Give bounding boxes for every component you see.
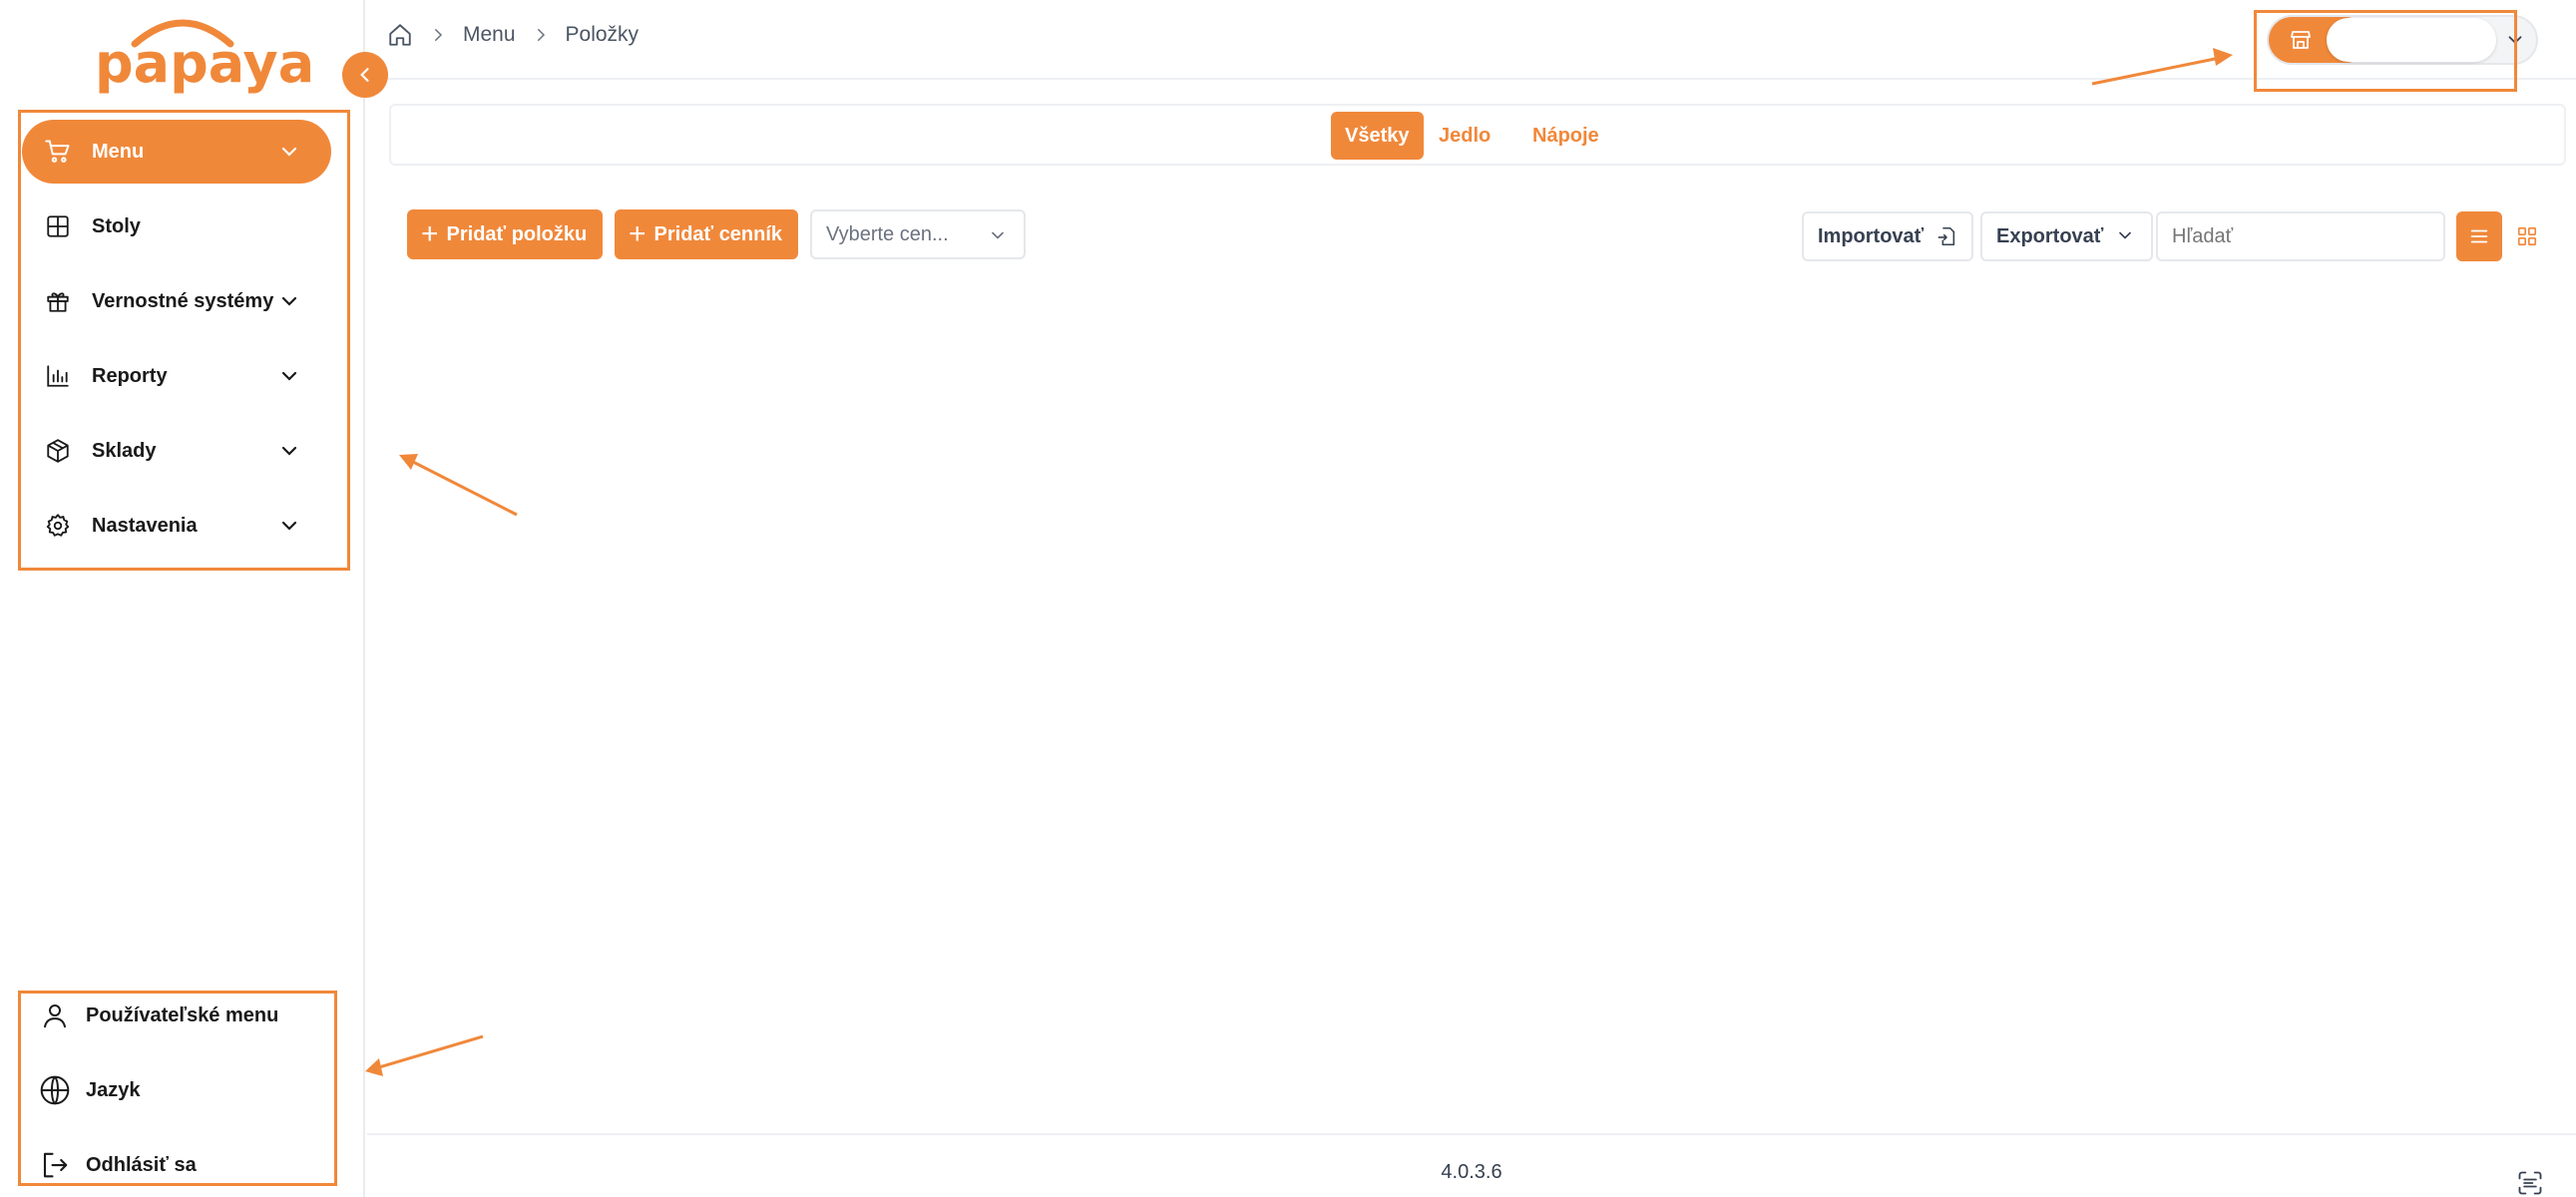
home-icon[interactable]	[387, 22, 413, 48]
logout-item[interactable]: Odhlásiť sa	[22, 1135, 321, 1195]
scan-text-icon[interactable]	[2516, 1169, 2544, 1197]
logout-icon	[38, 1148, 72, 1182]
chevron-down-icon[interactable]	[277, 439, 301, 463]
plus-icon: +	[421, 217, 439, 250]
language-label: Jazyk	[86, 1078, 141, 1101]
plus-icon: +	[629, 217, 646, 250]
sidebar-item-sklady[interactable]: Sklady	[22, 419, 331, 483]
store-selector-highlight-box	[2254, 10, 2517, 92]
grid-icon	[2517, 226, 2537, 246]
list-view-button[interactable]	[2456, 211, 2502, 261]
footer: 4.0.3.6	[367, 1133, 2576, 1197]
user-menu-item[interactable]: Používateľské menu	[22, 986, 321, 1045]
sidebar-item-label: Nastavenia	[92, 514, 198, 537]
breadcrumb-menu[interactable]: Menu	[463, 23, 516, 47]
annotation-arrows	[365, 48, 2233, 1076]
arrow-to-bottom-menu	[378, 1034, 484, 1069]
tab-vsetky[interactable]: Všetky	[1331, 112, 1424, 160]
add-item-label: Pridať položku	[446, 222, 588, 245]
user-icon	[38, 998, 72, 1032]
collapse-sidebar-button[interactable]	[342, 52, 388, 98]
chevron-right-icon	[532, 26, 550, 44]
logout-label: Odhlásiť sa	[86, 1153, 197, 1176]
table-grid-icon	[44, 212, 72, 240]
sidebar-item-stoly[interactable]: Stoly	[22, 195, 331, 258]
tab-jedlo[interactable]: Jedlo	[1425, 112, 1504, 160]
bar-chart-icon	[44, 362, 72, 390]
app-frame: papaya Menu Stoly Vernostné systémy Repo…	[0, 0, 2576, 1197]
top-header: Menu Položky	[367, 0, 2576, 92]
sidebar-item-nastavenia[interactable]: Nastavenia	[22, 494, 331, 558]
search-input[interactable]	[2156, 211, 2445, 261]
tab-napoje[interactable]: Nápoje	[1518, 112, 1613, 160]
box-icon	[44, 437, 72, 465]
chevron-down-icon	[992, 231, 1004, 239]
gift-icon	[44, 287, 72, 315]
app-version: 4.0.3.6	[1441, 1161, 1503, 1183]
breadcrumb: Menu Položky	[387, 22, 639, 48]
list-icon	[2470, 229, 2488, 243]
sidebar-item-label: Sklady	[92, 439, 157, 462]
chevron-down-icon[interactable]	[277, 140, 301, 164]
import-button[interactable]: Importovať	[1802, 211, 1974, 261]
sidebar-item-label: Menu	[92, 140, 145, 163]
arrow-to-sidebar-menu	[410, 459, 518, 517]
cart-icon	[44, 138, 72, 166]
breadcrumb-current: Položky	[565, 23, 640, 46]
sidebar-item-label: Vernostné systémy	[92, 289, 274, 312]
sidebar-item-label: Reporty	[92, 364, 168, 387]
chevron-down-icon[interactable]	[277, 364, 301, 388]
sidebar-item-reporty[interactable]: Reporty	[22, 344, 331, 408]
pricelist-select[interactable]: Vyberte cen...	[810, 209, 1026, 259]
chevron-down-icon[interactable]	[277, 289, 301, 313]
logo-text: papaya	[95, 32, 315, 95]
user-menu-label: Používateľské menu	[86, 1003, 279, 1026]
chevron-left-icon	[360, 68, 369, 82]
papaya-logo[interactable]: papaya	[95, 14, 315, 104]
chevron-down-icon[interactable]	[277, 514, 301, 538]
pricelist-select-value: Vyberte cen...	[826, 222, 949, 245]
import-label: Importovať	[1818, 224, 1925, 247]
grid-view-button[interactable]	[2504, 211, 2550, 261]
sidebar-item-menu[interactable]: Menu	[22, 120, 331, 184]
add-pricelist-label: Pridať cenník	[653, 222, 783, 245]
sidebar: papaya Menu Stoly Vernostné systémy Repo…	[0, 0, 365, 1197]
file-import-icon	[1935, 225, 1957, 247]
add-pricelist-button[interactable]: + Pridať cenník	[615, 209, 799, 259]
category-tabs: Všetky Jedlo Nápoje	[389, 104, 2566, 166]
gear-icon	[44, 512, 72, 540]
globe-icon	[38, 1073, 72, 1107]
add-item-button[interactable]: + Pridať položku	[407, 209, 604, 259]
export-dropdown[interactable]: Exportovať	[1980, 211, 2154, 261]
export-label: Exportovať	[1996, 224, 2104, 247]
chevron-down-icon	[2115, 225, 2137, 247]
sidebar-item-vernostne-systemy[interactable]: Vernostné systémy	[22, 269, 331, 333]
language-item[interactable]: Jazyk	[22, 1060, 321, 1120]
sidebar-item-label: Stoly	[92, 214, 141, 237]
chevron-right-icon	[429, 26, 447, 44]
